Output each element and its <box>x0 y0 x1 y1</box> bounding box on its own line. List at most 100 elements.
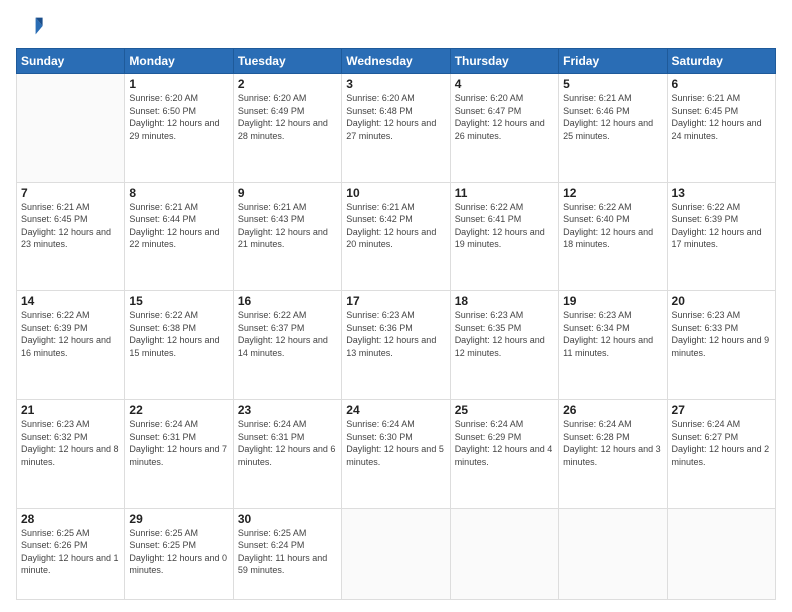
calendar-cell: 4Sunrise: 6:20 AMSunset: 6:47 PMDaylight… <box>450 74 558 183</box>
day-info: Sunrise: 6:24 AMSunset: 6:28 PMDaylight:… <box>563 418 662 468</box>
calendar-cell: 3Sunrise: 6:20 AMSunset: 6:48 PMDaylight… <box>342 74 450 183</box>
calendar-cell: 12Sunrise: 6:22 AMSunset: 6:40 PMDayligh… <box>559 182 667 291</box>
day-info: Sunrise: 6:24 AMSunset: 6:31 PMDaylight:… <box>129 418 228 468</box>
day-info: Sunrise: 6:22 AMSunset: 6:41 PMDaylight:… <box>455 201 554 251</box>
logo-icon <box>16 12 44 40</box>
day-info: Sunrise: 6:22 AMSunset: 6:40 PMDaylight:… <box>563 201 662 251</box>
day-info: Sunrise: 6:21 AMSunset: 6:44 PMDaylight:… <box>129 201 228 251</box>
day-info: Sunrise: 6:22 AMSunset: 6:39 PMDaylight:… <box>672 201 771 251</box>
day-number: 3 <box>346 77 445 91</box>
day-number: 23 <box>238 403 337 417</box>
day-number: 29 <box>129 512 228 526</box>
day-number: 18 <box>455 294 554 308</box>
calendar-cell: 9Sunrise: 6:21 AMSunset: 6:43 PMDaylight… <box>233 182 341 291</box>
day-number: 22 <box>129 403 228 417</box>
day-info: Sunrise: 6:25 AMSunset: 6:25 PMDaylight:… <box>129 527 228 577</box>
weekday-header-row: SundayMondayTuesdayWednesdayThursdayFrid… <box>17 49 776 74</box>
week-row-4: 21Sunrise: 6:23 AMSunset: 6:32 PMDayligh… <box>17 399 776 508</box>
day-info: Sunrise: 6:20 AMSunset: 6:48 PMDaylight:… <box>346 92 445 142</box>
day-info: Sunrise: 6:22 AMSunset: 6:39 PMDaylight:… <box>21 309 120 359</box>
day-number: 14 <box>21 294 120 308</box>
day-info: Sunrise: 6:24 AMSunset: 6:27 PMDaylight:… <box>672 418 771 468</box>
weekday-header-sunday: Sunday <box>17 49 125 74</box>
calendar-cell: 16Sunrise: 6:22 AMSunset: 6:37 PMDayligh… <box>233 291 341 400</box>
calendar-cell: 23Sunrise: 6:24 AMSunset: 6:31 PMDayligh… <box>233 399 341 508</box>
day-info: Sunrise: 6:22 AMSunset: 6:37 PMDaylight:… <box>238 309 337 359</box>
day-info: Sunrise: 6:21 AMSunset: 6:45 PMDaylight:… <box>672 92 771 142</box>
day-number: 11 <box>455 186 554 200</box>
day-number: 20 <box>672 294 771 308</box>
day-info: Sunrise: 6:21 AMSunset: 6:42 PMDaylight:… <box>346 201 445 251</box>
day-number: 12 <box>563 186 662 200</box>
weekday-header-monday: Monday <box>125 49 233 74</box>
calendar-cell: 17Sunrise: 6:23 AMSunset: 6:36 PMDayligh… <box>342 291 450 400</box>
weekday-header-friday: Friday <box>559 49 667 74</box>
calendar-cell: 6Sunrise: 6:21 AMSunset: 6:45 PMDaylight… <box>667 74 775 183</box>
day-info: Sunrise: 6:24 AMSunset: 6:29 PMDaylight:… <box>455 418 554 468</box>
week-row-1: 1Sunrise: 6:20 AMSunset: 6:50 PMDaylight… <box>17 74 776 183</box>
day-info: Sunrise: 6:22 AMSunset: 6:38 PMDaylight:… <box>129 309 228 359</box>
weekday-header-wednesday: Wednesday <box>342 49 450 74</box>
calendar-cell: 13Sunrise: 6:22 AMSunset: 6:39 PMDayligh… <box>667 182 775 291</box>
calendar-cell <box>667 508 775 599</box>
calendar-cell <box>342 508 450 599</box>
calendar-cell: 30Sunrise: 6:25 AMSunset: 6:24 PMDayligh… <box>233 508 341 599</box>
calendar-cell: 11Sunrise: 6:22 AMSunset: 6:41 PMDayligh… <box>450 182 558 291</box>
week-row-5: 28Sunrise: 6:25 AMSunset: 6:26 PMDayligh… <box>17 508 776 599</box>
day-number: 30 <box>238 512 337 526</box>
calendar-cell: 29Sunrise: 6:25 AMSunset: 6:25 PMDayligh… <box>125 508 233 599</box>
day-number: 9 <box>238 186 337 200</box>
week-row-2: 7Sunrise: 6:21 AMSunset: 6:45 PMDaylight… <box>17 182 776 291</box>
day-number: 5 <box>563 77 662 91</box>
day-number: 27 <box>672 403 771 417</box>
calendar-cell: 2Sunrise: 6:20 AMSunset: 6:49 PMDaylight… <box>233 74 341 183</box>
day-info: Sunrise: 6:23 AMSunset: 6:35 PMDaylight:… <box>455 309 554 359</box>
calendar-cell: 14Sunrise: 6:22 AMSunset: 6:39 PMDayligh… <box>17 291 125 400</box>
day-number: 16 <box>238 294 337 308</box>
weekday-header-tuesday: Tuesday <box>233 49 341 74</box>
day-info: Sunrise: 6:23 AMSunset: 6:33 PMDaylight:… <box>672 309 771 359</box>
day-number: 26 <box>563 403 662 417</box>
day-info: Sunrise: 6:21 AMSunset: 6:43 PMDaylight:… <box>238 201 337 251</box>
day-info: Sunrise: 6:24 AMSunset: 6:31 PMDaylight:… <box>238 418 337 468</box>
day-number: 28 <box>21 512 120 526</box>
day-number: 25 <box>455 403 554 417</box>
day-info: Sunrise: 6:21 AMSunset: 6:46 PMDaylight:… <box>563 92 662 142</box>
calendar-cell <box>17 74 125 183</box>
day-number: 24 <box>346 403 445 417</box>
day-info: Sunrise: 6:23 AMSunset: 6:32 PMDaylight:… <box>21 418 120 468</box>
day-number: 1 <box>129 77 228 91</box>
day-number: 8 <box>129 186 228 200</box>
day-number: 7 <box>21 186 120 200</box>
header <box>16 12 776 40</box>
day-number: 6 <box>672 77 771 91</box>
day-number: 13 <box>672 186 771 200</box>
calendar-cell <box>559 508 667 599</box>
calendar-cell: 7Sunrise: 6:21 AMSunset: 6:45 PMDaylight… <box>17 182 125 291</box>
calendar-cell: 26Sunrise: 6:24 AMSunset: 6:28 PMDayligh… <box>559 399 667 508</box>
calendar-cell: 27Sunrise: 6:24 AMSunset: 6:27 PMDayligh… <box>667 399 775 508</box>
day-number: 4 <box>455 77 554 91</box>
day-info: Sunrise: 6:21 AMSunset: 6:45 PMDaylight:… <box>21 201 120 251</box>
calendar-cell: 28Sunrise: 6:25 AMSunset: 6:26 PMDayligh… <box>17 508 125 599</box>
calendar-cell: 10Sunrise: 6:21 AMSunset: 6:42 PMDayligh… <box>342 182 450 291</box>
calendar-cell: 24Sunrise: 6:24 AMSunset: 6:30 PMDayligh… <box>342 399 450 508</box>
day-info: Sunrise: 6:20 AMSunset: 6:47 PMDaylight:… <box>455 92 554 142</box>
day-number: 17 <box>346 294 445 308</box>
day-info: Sunrise: 6:20 AMSunset: 6:50 PMDaylight:… <box>129 92 228 142</box>
calendar-cell: 25Sunrise: 6:24 AMSunset: 6:29 PMDayligh… <box>450 399 558 508</box>
day-info: Sunrise: 6:23 AMSunset: 6:34 PMDaylight:… <box>563 309 662 359</box>
calendar-cell: 5Sunrise: 6:21 AMSunset: 6:46 PMDaylight… <box>559 74 667 183</box>
day-info: Sunrise: 6:25 AMSunset: 6:26 PMDaylight:… <box>21 527 120 577</box>
weekday-header-saturday: Saturday <box>667 49 775 74</box>
day-info: Sunrise: 6:25 AMSunset: 6:24 PMDaylight:… <box>238 527 337 577</box>
calendar-cell: 22Sunrise: 6:24 AMSunset: 6:31 PMDayligh… <box>125 399 233 508</box>
day-info: Sunrise: 6:20 AMSunset: 6:49 PMDaylight:… <box>238 92 337 142</box>
page-container: SundayMondayTuesdayWednesdayThursdayFrid… <box>0 0 792 612</box>
calendar-cell: 8Sunrise: 6:21 AMSunset: 6:44 PMDaylight… <box>125 182 233 291</box>
day-number: 2 <box>238 77 337 91</box>
weekday-header-thursday: Thursday <box>450 49 558 74</box>
calendar-cell: 18Sunrise: 6:23 AMSunset: 6:35 PMDayligh… <box>450 291 558 400</box>
day-number: 21 <box>21 403 120 417</box>
calendar-cell: 1Sunrise: 6:20 AMSunset: 6:50 PMDaylight… <box>125 74 233 183</box>
